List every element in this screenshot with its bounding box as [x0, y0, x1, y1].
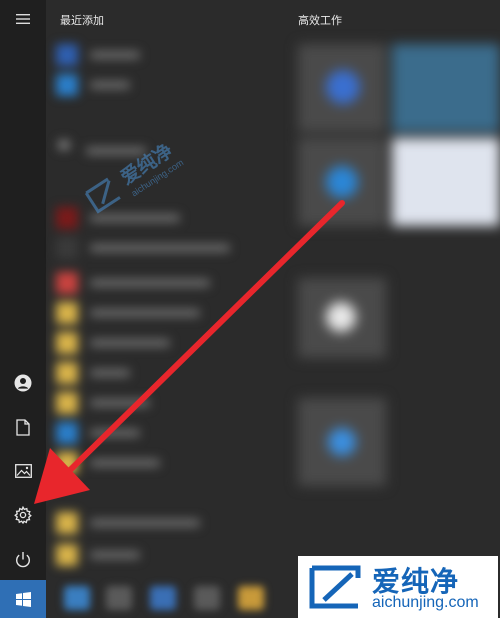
bottom-strip: [46, 578, 298, 618]
list-item[interactable]: [56, 420, 140, 446]
pictures-button[interactable]: [0, 452, 46, 490]
group-header: [58, 140, 70, 150]
list-item[interactable]: [56, 205, 180, 231]
pictures-icon: [14, 464, 32, 478]
productivity-header: 高效工作: [298, 15, 342, 27]
app-tile[interactable]: [298, 278, 386, 358]
documents-button[interactable]: [0, 408, 46, 446]
app-tile[interactable]: [298, 398, 386, 486]
app-tile[interactable]: [392, 138, 500, 226]
list-item[interactable]: [56, 510, 200, 536]
list-item[interactable]: [56, 270, 210, 296]
app-icon[interactable]: [150, 586, 176, 610]
app-list: [46, 30, 276, 618]
app-icon[interactable]: [64, 586, 90, 610]
list-item[interactable]: [56, 42, 140, 68]
list-item[interactable]: [56, 542, 140, 568]
user-icon: [14, 374, 32, 392]
app-icon[interactable]: [106, 586, 132, 610]
power-icon: [16, 551, 30, 567]
start-button[interactable]: [0, 580, 46, 618]
list-item[interactable]: [56, 235, 230, 261]
list-item[interactable]: [56, 330, 170, 356]
app-icon[interactable]: [238, 586, 264, 610]
recently-added-header: 最近添加: [60, 15, 104, 27]
site-logo: 爱纯净 aichunjing.com: [298, 556, 498, 618]
menu-icon: [16, 14, 30, 24]
list-item[interactable]: [56, 450, 160, 476]
document-icon: [16, 418, 30, 436]
app-icon[interactable]: [194, 586, 220, 610]
app-tile[interactable]: [298, 44, 386, 132]
list-item[interactable]: [56, 390, 150, 416]
power-button[interactable]: [0, 540, 46, 578]
menu-button[interactable]: [0, 0, 46, 38]
app-tile[interactable]: [298, 138, 386, 226]
list-item[interactable]: [56, 300, 200, 326]
site-logo-icon: [309, 565, 361, 609]
settings-button[interactable]: [0, 496, 46, 534]
windows-start-icon: [15, 591, 31, 607]
list-item[interactable]: [56, 360, 130, 386]
app-tile[interactable]: [392, 44, 500, 132]
site-logo-url: aichunjing.com: [372, 594, 479, 611]
user-account-button[interactable]: [0, 364, 46, 402]
list-item[interactable]: [56, 72, 130, 98]
tile-area: [288, 30, 500, 618]
settings-icon: [14, 506, 32, 524]
start-menu-rail: [0, 0, 46, 618]
